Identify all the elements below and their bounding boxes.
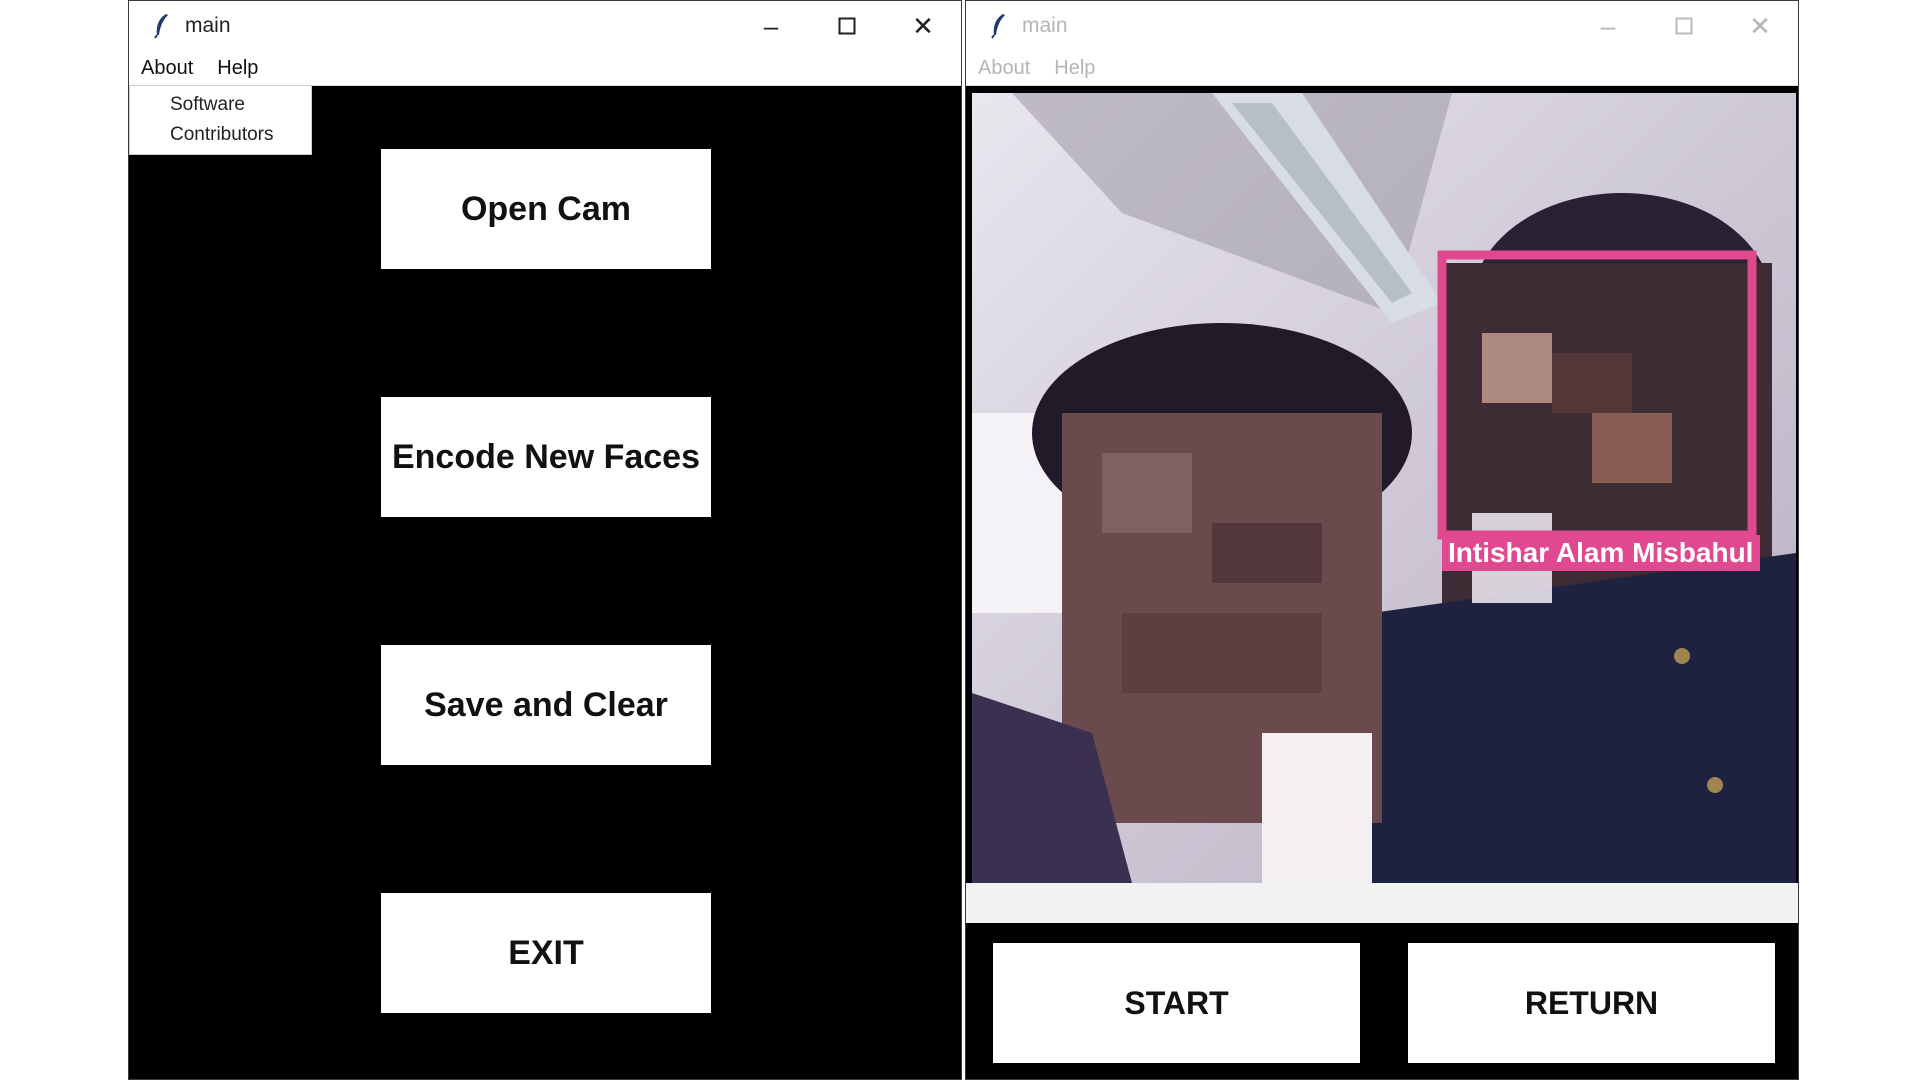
exit-button[interactable]: EXIT [381, 893, 711, 1013]
feather-icon [147, 11, 177, 41]
close-icon[interactable]: ✕ [885, 1, 961, 51]
feather-icon [984, 11, 1014, 41]
status-strip [966, 883, 1798, 923]
menu-about[interactable]: About [129, 57, 205, 80]
dropdown-item-contributors[interactable]: Contributors [130, 120, 311, 150]
minimize-icon[interactable]: – [733, 1, 809, 51]
menu-about[interactable]: About [966, 57, 1042, 80]
maximize-icon[interactable] [1646, 1, 1722, 51]
menu-help[interactable]: Help [1042, 57, 1107, 80]
open-cam-button[interactable]: Open Cam [381, 149, 711, 269]
title-bar[interactable]: main – ✕ [129, 1, 961, 51]
title-bar[interactable]: main – ✕ [966, 1, 1798, 51]
menu-bar: About Help [129, 51, 961, 86]
maximize-icon[interactable] [809, 1, 885, 51]
minimize-icon[interactable]: – [1570, 1, 1646, 51]
start-button[interactable]: START [993, 943, 1360, 1063]
main-window-right: main – ✕ About Help Intishar Alam Misbah… [965, 0, 1799, 1080]
main-window-left: main – ✕ About Help Software Contributor… [128, 0, 962, 1080]
dropdown-item-software[interactable]: Software [130, 90, 311, 120]
close-icon[interactable]: ✕ [1722, 1, 1798, 51]
window-title: main [185, 14, 231, 37]
about-dropdown: Software Contributors [129, 85, 312, 155]
return-button[interactable]: RETURN [1408, 943, 1775, 1063]
detection-label: Intishar Alam Misbahul [1448, 537, 1754, 568]
camera-feed: Intishar Alam Misbahul [972, 93, 1796, 883]
menu-bar: About Help [966, 51, 1798, 86]
encode-new-faces-button[interactable]: Encode New Faces [381, 397, 711, 517]
save-and-clear-button[interactable]: Save and Clear [381, 645, 711, 765]
window-title: main [1022, 14, 1068, 37]
menu-help[interactable]: Help [205, 57, 270, 80]
